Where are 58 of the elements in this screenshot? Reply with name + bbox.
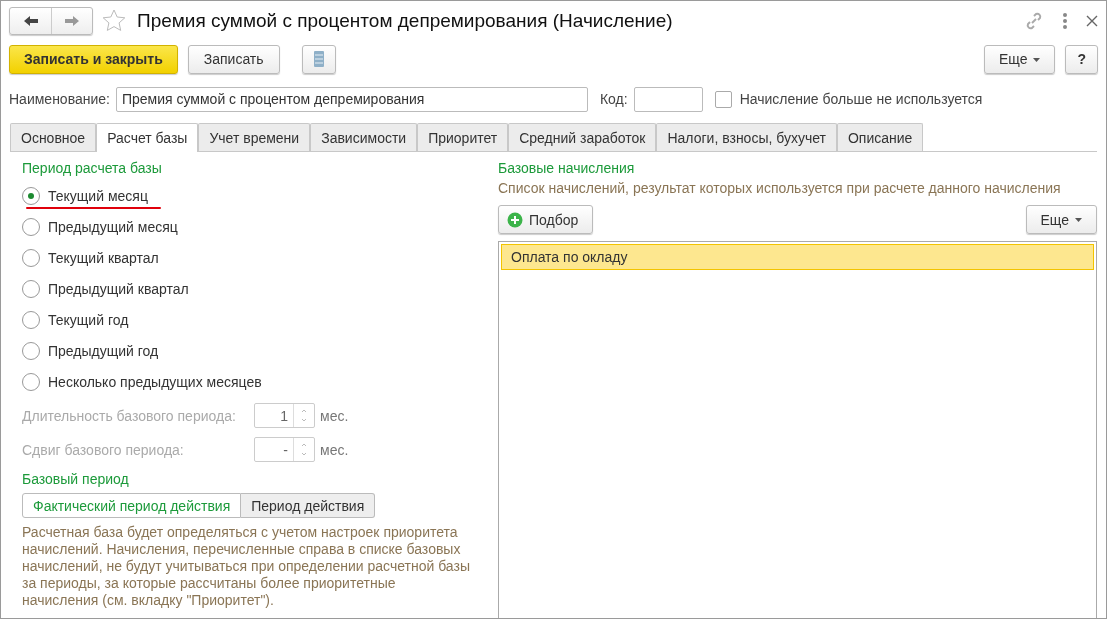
- radio-label: Текущий год: [48, 311, 129, 328]
- list-row[interactable]: Оплата по окладу: [501, 244, 1094, 270]
- code-label: Код:: [599, 91, 628, 107]
- radio-label: Предыдущий год: [48, 342, 159, 359]
- tab[interactable]: Описание: [837, 123, 924, 151]
- radio-button[interactable]: [22, 310, 40, 329]
- radio-button[interactable]: [22, 217, 40, 236]
- tab[interactable]: Средний заработок: [508, 123, 657, 151]
- radio-label: Текущий месяц: [48, 187, 148, 204]
- pick-button[interactable]: Подбор: [498, 205, 594, 234]
- close-icon[interactable]: [1086, 15, 1098, 27]
- radio-button[interactable]: [22, 279, 40, 298]
- radio-button[interactable]: [22, 372, 40, 391]
- link-icon[interactable]: [1024, 11, 1044, 31]
- radio-label: Предыдущий квартал: [48, 280, 189, 297]
- radio-label: Несколько предыдущих месяцев: [48, 373, 262, 390]
- list-button[interactable]: [301, 44, 336, 74]
- segment-button[interactable]: Фактический период действия: [22, 493, 242, 518]
- caret-icon: [1033, 56, 1041, 62]
- group-title: Период расчета базы: [22, 160, 163, 176]
- radio-button[interactable]: [22, 248, 40, 267]
- tab[interactable]: Приоритет: [417, 123, 509, 151]
- group-title: Базовые начисления: [498, 160, 636, 176]
- code-field[interactable]: [633, 86, 703, 112]
- unused-label: Начисление больше не используется: [739, 91, 983, 107]
- plus-icon: [507, 211, 523, 228]
- field-label: Сдвиг базового периода:: [22, 441, 185, 458]
- unit-label: мес.: [320, 441, 349, 458]
- left-arrow-icon: [22, 14, 39, 28]
- group-description: Список начислений, результат которых используется при расчете данного начисления: [498, 180, 1062, 196]
- more-button[interactable]: Еще: [983, 44, 1056, 74]
- radio-button[interactable]: [22, 341, 40, 360]
- tab[interactable]: Налоги, взносы, бухучет: [656, 123, 837, 151]
- unit-label: мес.: [320, 407, 349, 424]
- tab[interactable]: Основное: [10, 123, 97, 151]
- save-and-close-button[interactable]: Записать и закрыть: [9, 44, 178, 74]
- radio-button[interactable]: [22, 186, 40, 205]
- group-title: Базовый период: [22, 471, 130, 487]
- save-button[interactable]: Записать: [187, 44, 280, 74]
- radio-label: Предыдущий месяц: [48, 218, 178, 235]
- more-icon[interactable]: [1062, 12, 1068, 30]
- name-label: Наименование:: [9, 91, 110, 107]
- segment-button[interactable]: Период действия: [241, 493, 376, 518]
- star-icon[interactable]: [101, 8, 127, 34]
- name-field[interactable]: Премия суммой с процентом депремирования: [115, 86, 588, 112]
- field-label: Длительность базового периода:: [22, 407, 237, 424]
- hint-text: Расчетная база будет определяться с учетом настроек приоритета начислений. Начисления, перечисленные справа в списке базовых начислений, не будут учитываться при определении расчетной базы за периоды, за которые рассчитаны более приоритетные начисления (см. вкладку "Приоритет").: [22, 524, 471, 609]
- help-button[interactable]: ?: [1065, 44, 1098, 74]
- tab[interactable]: Расчет базы: [96, 123, 199, 152]
- radio-label: Текущий квартал: [48, 249, 159, 266]
- unused-checkbox[interactable]: [714, 90, 732, 108]
- tab[interactable]: Зависимости: [310, 123, 418, 151]
- more-button[interactable]: Еще: [1025, 205, 1097, 234]
- tab[interactable]: Учет времени: [198, 123, 311, 151]
- list-icon: [312, 50, 325, 68]
- right-arrow-icon: [64, 14, 80, 28]
- caret-icon: [1075, 217, 1082, 222]
- window-title: Премия суммой с процентом депремирования (Начисление): [137, 10, 674, 32]
